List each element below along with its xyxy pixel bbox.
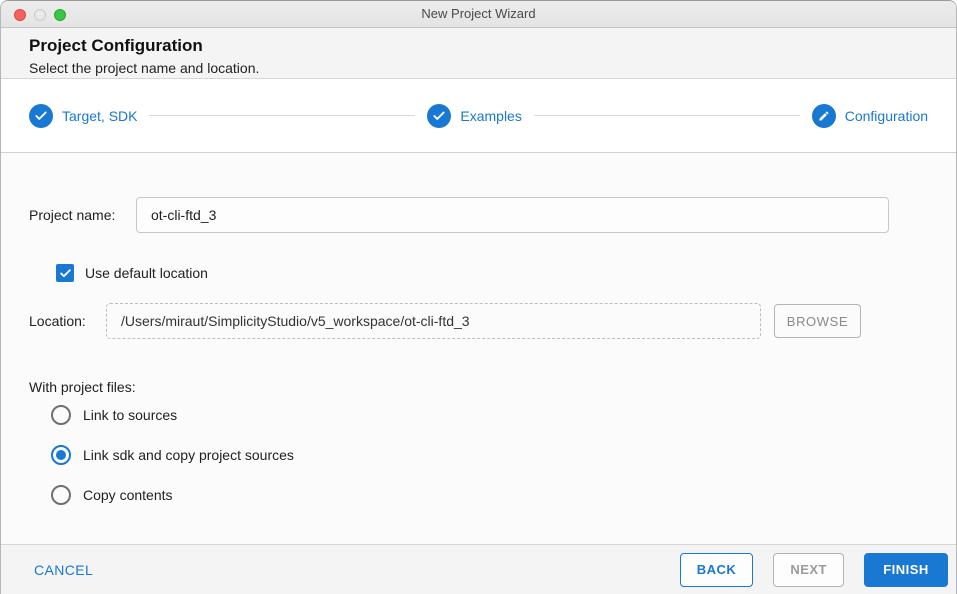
project-name-row: Project name: xyxy=(29,197,928,233)
radio-copy-contents[interactable]: Copy contents xyxy=(51,475,928,515)
finish-button[interactable]: FINISH xyxy=(864,552,948,587)
footer-buttons: BACK NEXT FINISH xyxy=(679,552,948,587)
radio-selected-icon[interactable] xyxy=(51,445,71,465)
radio-link-to-sources[interactable]: Link to sources xyxy=(51,395,928,435)
step-examples[interactable]: Examples xyxy=(427,103,522,128)
stepper-connector xyxy=(149,115,416,116)
check-icon xyxy=(427,103,452,128)
check-icon xyxy=(29,103,53,128)
use-default-location-checkbox[interactable] xyxy=(56,264,74,282)
step-label: Target, SDK xyxy=(62,107,138,124)
page-subtitle: Select the project name and location. xyxy=(29,60,260,76)
close-window-button[interactable] xyxy=(14,8,26,21)
project-name-input[interactable] xyxy=(136,197,889,233)
new-project-wizard-window: New Project Wizard Project Configuration… xyxy=(0,0,957,594)
project-name-label: Project name: xyxy=(29,207,116,223)
page-title: Project Configuration xyxy=(29,36,203,55)
browse-button[interactable]: BROWSE xyxy=(774,304,861,338)
configuration-form: Project name: Use default location Locat… xyxy=(1,153,956,544)
step-target-sdk[interactable]: Target, SDK xyxy=(29,103,138,128)
wizard-footer: CANCEL BACK NEXT FINISH xyxy=(1,544,956,594)
radio-label: Link to sources xyxy=(83,407,178,423)
titlebar: New Project Wizard xyxy=(1,1,956,28)
wizard-stepper: Target, SDK Examples Configuration xyxy=(1,79,956,153)
step-label: Examples xyxy=(460,107,522,124)
with-project-files-label: With project files: xyxy=(29,379,136,395)
radio-icon[interactable] xyxy=(51,405,71,425)
pencil-icon xyxy=(811,103,836,128)
minimize-window-button[interactable] xyxy=(34,8,46,21)
stepper-connector xyxy=(533,115,800,116)
radio-label: Link sdk and copy project sources xyxy=(83,447,294,463)
use-default-location-row[interactable]: Use default location xyxy=(56,264,928,282)
next-button[interactable]: NEXT xyxy=(773,552,844,587)
location-label: Location: xyxy=(29,313,86,329)
step-configuration[interactable]: Configuration xyxy=(811,103,929,128)
radio-link-sdk-copy-sources[interactable]: Link sdk and copy project sources xyxy=(51,435,928,475)
back-button[interactable]: BACK xyxy=(679,552,754,587)
step-label: Configuration xyxy=(844,107,929,124)
radio-icon[interactable] xyxy=(51,485,71,505)
zoom-window-button[interactable] xyxy=(54,8,66,21)
location-row: Location: /Users/miraut/SimplicityStudio… xyxy=(29,303,928,339)
window-title: New Project Wizard xyxy=(421,6,536,21)
location-value: /Users/miraut/SimplicityStudio/v5_worksp… xyxy=(121,313,470,329)
location-input: /Users/miraut/SimplicityStudio/v5_worksp… xyxy=(106,303,761,339)
wizard-header: Project Configuration Select the project… xyxy=(1,28,956,79)
radio-label: Copy contents xyxy=(83,487,173,503)
cancel-button[interactable]: CANCEL xyxy=(34,562,93,578)
use-default-location-label: Use default location xyxy=(85,265,208,281)
traffic-lights xyxy=(14,1,66,28)
